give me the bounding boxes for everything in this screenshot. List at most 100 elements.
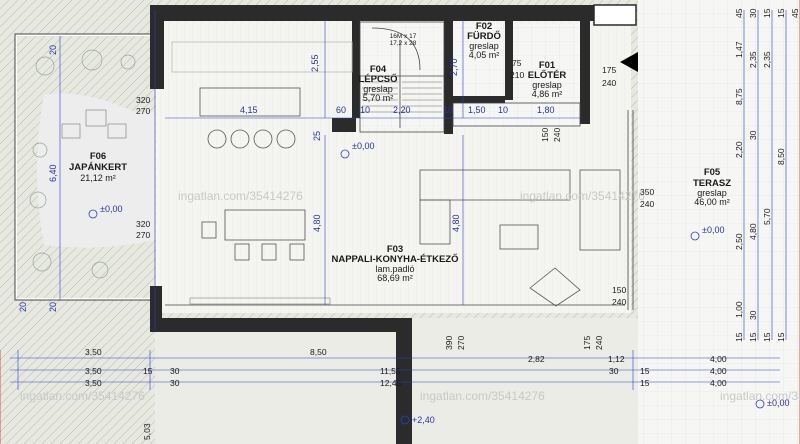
dim-label: 8,50 xyxy=(776,148,786,165)
dim-label: 30 xyxy=(170,366,180,376)
dim-label: 75 xyxy=(512,58,522,68)
dim-label: 2,50 xyxy=(734,233,744,250)
dim-label: 60 xyxy=(336,105,346,115)
dim-label: 5,70 xyxy=(762,208,772,225)
dim-label: 270 xyxy=(136,230,150,240)
svg-text:F06: F06 xyxy=(90,151,106,162)
south-wall xyxy=(150,318,402,332)
dim-label: 10 xyxy=(498,105,508,115)
dim-label: 15 xyxy=(640,366,650,376)
dim-label: 240 xyxy=(552,128,562,142)
dim-label: 45 xyxy=(790,8,800,18)
dim-label: 150 xyxy=(612,285,626,295)
dim-label: 4,00 xyxy=(710,378,727,388)
dim-label: 2,20 xyxy=(734,141,744,158)
dim-label: 25 xyxy=(312,131,322,141)
watermark-3: ingatlan.com/35414276 xyxy=(20,389,145,403)
svg-text:21,12 m²: 21,12 m² xyxy=(80,173,116,183)
dim-label: 390 xyxy=(444,336,454,350)
dim-label: 1,47 xyxy=(734,41,744,58)
dim-label: 1,12 xyxy=(608,354,625,364)
stair-note-1: 16M x 17 xyxy=(390,33,417,40)
entry-wall-east xyxy=(580,20,590,124)
dim-label: 30 xyxy=(748,310,758,320)
dim-label: 2,35 xyxy=(748,51,758,68)
dim-label: 240 xyxy=(612,297,626,307)
dim-label: 4,80 xyxy=(312,214,322,232)
dim-label: 15 xyxy=(762,8,772,18)
watermark-2: ingatlan.com/35414276 xyxy=(520,189,645,203)
floor-plan: 16M x 17 17,2 x 28 ingatlan.com/35414276… xyxy=(0,0,800,444)
svg-text:68,69 m²: 68,69 m² xyxy=(377,273,413,283)
dim-label: 15 xyxy=(143,366,153,376)
svg-text:±0,00: ±0,00 xyxy=(100,204,122,214)
dim-label: 12,45 xyxy=(380,378,402,388)
dim-label: 150 xyxy=(540,128,550,142)
dim-label: 30 xyxy=(748,130,758,140)
entry-door-frame xyxy=(593,4,637,26)
dim-label: 1,80 xyxy=(537,105,555,115)
svg-text:5,70 m²: 5,70 m² xyxy=(363,93,394,103)
dim-label: 2,55 xyxy=(310,54,320,72)
bath-wall-south xyxy=(453,96,505,103)
svg-text:+2,40: +2,40 xyxy=(412,415,435,425)
dim-label: 4,80 xyxy=(748,223,758,240)
dim-label: 20 xyxy=(18,302,28,312)
dim-label: 15 xyxy=(640,378,650,388)
watermark-1: ingatlan.com/35414276 xyxy=(178,189,303,203)
dim-label: 3,50 xyxy=(85,378,102,388)
dim-label: 15 xyxy=(734,332,744,342)
svg-text:4,86 m²: 4,86 m² xyxy=(532,89,563,99)
dim-label: 320 xyxy=(136,219,150,229)
dim-label: 270 xyxy=(136,106,150,116)
dim-label: 4,00 xyxy=(710,354,727,364)
svg-text:4,05 m²: 4,05 m² xyxy=(469,50,500,60)
dim-label: 175 xyxy=(602,65,616,75)
dim-label: 320 xyxy=(136,95,150,105)
dim-label: 15 xyxy=(748,332,758,342)
west-wall-upper xyxy=(150,5,164,89)
dim-label: 10 xyxy=(360,105,370,115)
svg-text:JAPÁNKERT: JAPÁNKERT xyxy=(69,162,127,173)
dim-label: 1,00 xyxy=(734,301,744,318)
svg-text:46,00 m²: 46,00 m² xyxy=(694,197,730,207)
dim-label: 240 xyxy=(602,78,616,88)
dim-label: 2,70 xyxy=(449,58,459,76)
dim-label: 240 xyxy=(640,199,654,209)
dim-label: 3,50 xyxy=(85,366,102,376)
dim-label: 2,20 xyxy=(393,105,411,115)
dim-label: 210 xyxy=(510,70,524,80)
dim-label: 20 xyxy=(48,45,58,55)
dim-label: 4,15 xyxy=(240,105,258,115)
dim-label: 45 xyxy=(734,8,744,18)
stair-note: 16M x 17 17,2 x 28 xyxy=(390,33,417,47)
dim-label: 20 xyxy=(48,302,58,312)
stair-wall-end xyxy=(332,118,356,132)
dim-label: 5,03 xyxy=(142,423,152,440)
dim-label: 4,00 xyxy=(710,366,727,376)
dim-label: 350 xyxy=(640,187,654,197)
dim-label: 10 xyxy=(443,105,453,115)
stair-wall xyxy=(352,20,360,118)
svg-text:±0,00: ±0,00 xyxy=(702,225,724,235)
dim-label: 2,82 xyxy=(528,354,545,364)
dim-label: 240 xyxy=(594,336,604,350)
dim-label: 30 xyxy=(170,378,180,388)
svg-text:±0,00: ±0,00 xyxy=(352,141,374,151)
dim-label: 8,75 xyxy=(734,88,744,105)
dim-label: 4,80 xyxy=(451,214,461,232)
dim-label: 3,50 xyxy=(85,347,102,357)
dim-label: 1,50 xyxy=(468,105,486,115)
dim-label: 15 xyxy=(762,332,772,342)
dim-label: 175 xyxy=(582,336,592,350)
dim-label: 6,40 xyxy=(48,164,58,182)
svg-text:±0,00: ±0,00 xyxy=(767,398,789,408)
dim-label: 2,35 xyxy=(762,51,772,68)
dim-label: 8,50 xyxy=(310,347,327,357)
stair-note-2: 17,2 x 28 xyxy=(390,40,417,47)
svg-text:F05: F05 xyxy=(704,167,721,178)
dim-label: 15 xyxy=(776,8,786,18)
dim-label: 270 xyxy=(456,336,466,350)
bath-wall-west xyxy=(444,20,453,134)
watermark-4: ingatlan.com/35414276 xyxy=(420,389,545,403)
